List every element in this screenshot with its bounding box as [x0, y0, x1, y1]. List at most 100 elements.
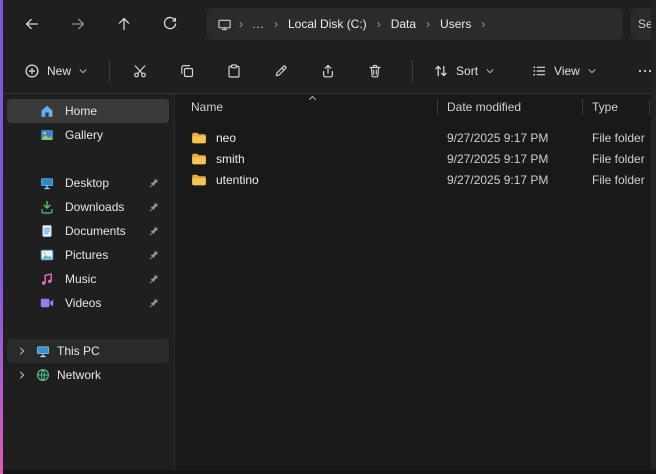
- pin-icon: [148, 297, 160, 309]
- breadcrumb-overflow[interactable]: …: [248, 17, 269, 31]
- more-options-button[interactable]: [625, 54, 651, 88]
- copy-button[interactable]: [167, 54, 207, 88]
- breadcrumb-chevron-icon: ›: [269, 17, 283, 31]
- command-toolbar: New Sort: [3, 48, 651, 94]
- sidebar-item-label: Videos: [65, 296, 101, 310]
- column-headers: Name Date modified Type: [175, 94, 651, 120]
- sidebar-item-home[interactable]: Home: [7, 99, 169, 123]
- column-resize-handle[interactable]: [649, 99, 650, 115]
- sort-button[interactable]: Sort: [423, 56, 505, 86]
- sidebar-item-gallery[interactable]: Gallery: [7, 123, 169, 147]
- file-type: File folder: [582, 173, 649, 187]
- sidebar-item-videos[interactable]: Videos: [7, 291, 169, 315]
- folder-icon: [191, 172, 207, 188]
- file-date-modified: 9/27/2025 9:17 PM: [437, 131, 582, 145]
- breadcrumb-chevron-icon: ›: [421, 17, 435, 31]
- pictures-icon: [39, 247, 55, 263]
- toolbar-divider: [412, 60, 413, 82]
- sidebar-item-pictures[interactable]: Pictures: [7, 243, 169, 267]
- cut-button[interactable]: [120, 54, 160, 88]
- paste-button[interactable]: [214, 54, 254, 88]
- file-list-pane: Name Date modified Type neo 9/27/2025 9:…: [175, 94, 651, 470]
- pin-icon: [148, 201, 160, 213]
- folder-icon: [191, 151, 207, 167]
- address-bar[interactable]: › … › Local Disk (C:) › Data › Users ›: [207, 8, 623, 40]
- sidebar-item-label: Gallery: [65, 128, 103, 142]
- file-row-neo[interactable]: neo 9/27/2025 9:17 PM File folder: [175, 127, 651, 148]
- search-input[interactable]: Se: [631, 8, 651, 40]
- plus-circle-icon: [24, 63, 40, 79]
- chevron-down-icon: [587, 66, 597, 76]
- downloads-icon: [39, 199, 55, 215]
- navigation-pane: Home Gallery Desktop: [3, 94, 175, 470]
- rename-button[interactable]: [261, 54, 301, 88]
- sidebar-item-downloads[interactable]: Downloads: [7, 195, 169, 219]
- chevron-down-icon: [78, 66, 88, 76]
- sidebar-item-desktop[interactable]: Desktop: [7, 171, 169, 195]
- sidebar-section-gap: [3, 315, 174, 339]
- forward-button[interactable]: [61, 8, 95, 40]
- column-header-type[interactable]: Type: [582, 100, 649, 114]
- new-button[interactable]: New: [13, 56, 99, 86]
- toolbar-divider: [109, 60, 110, 82]
- breadcrumb-item-users[interactable]: Users: [435, 15, 476, 33]
- file-rows: neo 9/27/2025 9:17 PM File folder smith …: [175, 120, 651, 190]
- file-date-modified: 9/27/2025 9:17 PM: [437, 173, 582, 187]
- chevron-right-icon[interactable]: [15, 370, 29, 380]
- sidebar-item-label: Music: [65, 272, 96, 286]
- view-button-label: View: [554, 64, 580, 78]
- sidebar-item-music[interactable]: Music: [7, 267, 169, 291]
- videos-icon: [39, 295, 55, 311]
- pin-icon: [148, 177, 160, 189]
- sort-button-label: Sort: [456, 64, 478, 78]
- sort-ascending-icon: [307, 93, 318, 104]
- music-icon: [39, 271, 55, 287]
- sidebar-item-label: Desktop: [65, 176, 109, 190]
- column-header-date-modified[interactable]: Date modified: [437, 100, 582, 114]
- window-right-edge: [651, 0, 656, 470]
- documents-icon: [39, 223, 55, 239]
- file-name: neo: [216, 131, 236, 145]
- explorer-body: Home Gallery Desktop: [3, 94, 651, 470]
- sidebar-item-label: Home: [65, 104, 97, 118]
- this-pc-icon: [217, 17, 232, 32]
- network-icon: [35, 367, 51, 383]
- sidebar-item-label: Pictures: [65, 248, 108, 262]
- sidebar-item-documents[interactable]: Documents: [7, 219, 169, 243]
- search-text: Se: [638, 17, 651, 31]
- chevron-down-icon: [485, 66, 495, 76]
- this-pc-icon: [35, 343, 51, 359]
- chevron-right-icon[interactable]: [15, 346, 29, 356]
- file-date-modified: 9/27/2025 9:17 PM: [437, 152, 582, 166]
- delete-button[interactable]: [355, 54, 395, 88]
- new-button-label: New: [47, 64, 71, 78]
- view-button[interactable]: View: [521, 56, 607, 86]
- column-resize-handle[interactable]: [437, 99, 438, 115]
- refresh-button[interactable]: [153, 8, 187, 40]
- sidebar-section-gap: [3, 147, 174, 171]
- breadcrumb-item-data[interactable]: Data: [386, 15, 421, 33]
- file-name: smith: [216, 152, 245, 166]
- navigation-bar: › … › Local Disk (C:) › Data › Users › S…: [3, 0, 651, 48]
- file-row-utentino[interactable]: utentino 9/27/2025 9:17 PM File folder: [175, 169, 651, 190]
- sidebar-item-network[interactable]: Network: [7, 363, 169, 387]
- sidebar-item-label: Documents: [65, 224, 126, 238]
- sort-arrows-icon: [433, 63, 449, 79]
- pin-icon: [148, 225, 160, 237]
- pin-icon: [148, 249, 160, 261]
- back-button[interactable]: [15, 8, 49, 40]
- pin-icon: [148, 273, 160, 285]
- file-explorer-window: › … › Local Disk (C:) › Data › Users › S…: [3, 0, 651, 470]
- view-list-icon: [531, 63, 547, 79]
- file-row-smith[interactable]: smith 9/27/2025 9:17 PM File folder: [175, 148, 651, 169]
- sidebar-item-label: Network: [57, 368, 101, 382]
- breadcrumb-item-drive[interactable]: Local Disk (C:): [283, 15, 372, 33]
- sidebar-item-this-pc[interactable]: This PC: [7, 339, 169, 363]
- home-icon: [39, 103, 55, 119]
- file-type: File folder: [582, 152, 649, 166]
- file-type: File folder: [582, 131, 649, 145]
- up-button[interactable]: [107, 8, 141, 40]
- column-resize-handle[interactable]: [582, 99, 583, 115]
- desktop-icon: [39, 175, 55, 191]
- share-button[interactable]: [308, 54, 348, 88]
